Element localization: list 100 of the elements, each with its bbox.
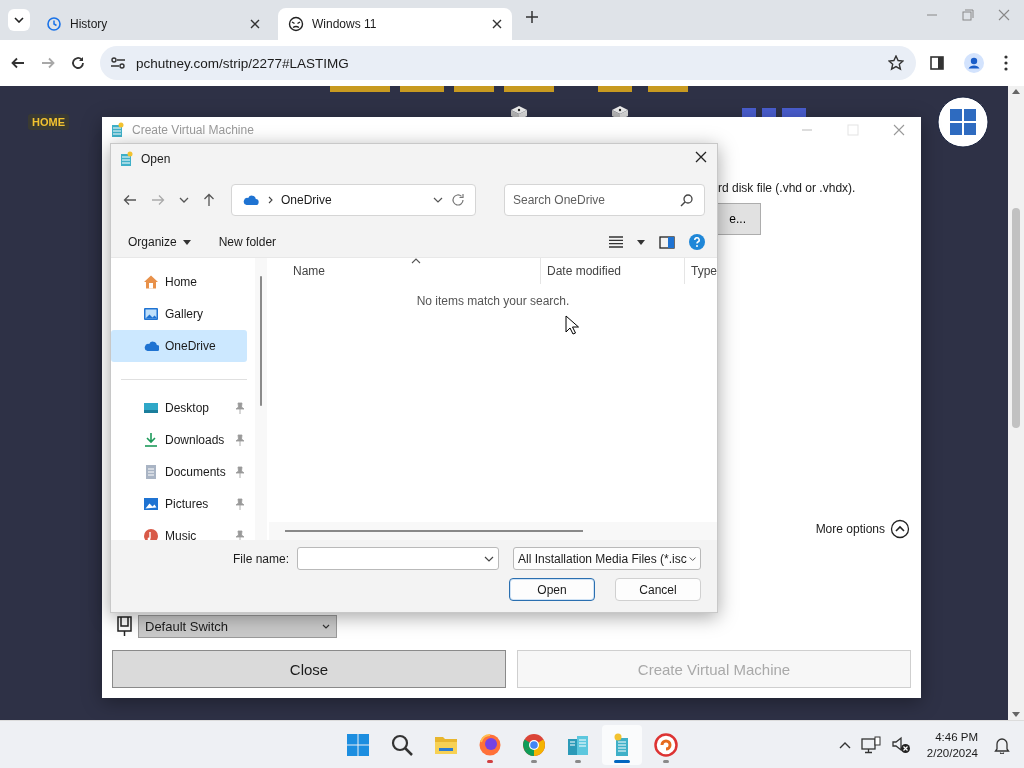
file-type-dropdown[interactable]: All Installation Media Files (*.isc — [513, 547, 701, 570]
tab-title: History — [70, 17, 109, 31]
organize-menu[interactable]: Organize — [128, 235, 191, 249]
url-text: pchutney.com/strip/2277#LASTIMG — [136, 55, 350, 71]
network-icon[interactable] — [860, 735, 881, 754]
network-switch-icon — [117, 615, 132, 637]
app-icon — [654, 732, 678, 757]
chevron-down-icon — [688, 555, 696, 562]
home-icon — [143, 274, 159, 290]
field-label: File name: — [232, 551, 289, 566]
nav-label: Pictures — [165, 497, 210, 511]
scrollbar[interactable] — [269, 522, 717, 540]
server-icon — [110, 121, 124, 138]
dialog-title: Open — [141, 151, 171, 166]
caret-icon — [182, 239, 191, 245]
notification-bell-icon[interactable] — [994, 735, 1010, 754]
nav-label: Downloads — [165, 433, 226, 447]
location-text: OneDrive — [281, 193, 333, 207]
home-link[interactable]: HOME — [28, 114, 69, 130]
column-header[interactable]: Date modified — [541, 258, 685, 284]
chevron-up-icon[interactable] — [890, 519, 910, 539]
nav-item[interactable]: Gallery — [111, 298, 248, 330]
nav-label: Gallery — [165, 307, 204, 321]
scroll-up-icon[interactable] — [1012, 88, 1020, 94]
documents-icon — [143, 464, 159, 480]
windows-logo-icon[interactable] — [937, 96, 989, 148]
side-panel-icon[interactable] — [930, 56, 944, 70]
star-icon[interactable] — [888, 55, 904, 71]
preview-pane-icon[interactable] — [659, 235, 675, 249]
switch-dropdown[interactable]: Default Switch — [138, 614, 337, 638]
nav-label: OneDrive — [165, 339, 217, 353]
chevron-down-icon[interactable] — [179, 197, 189, 203]
up-icon[interactable] — [203, 193, 215, 207]
close-icon[interactable] — [492, 19, 502, 29]
scrollbar[interactable] — [255, 258, 267, 540]
caret-icon — [322, 623, 330, 629]
toolbar-button[interactable]: New folder — [218, 235, 277, 249]
nav-item[interactable]: Documents — [111, 456, 248, 488]
nav-item[interactable]: Desktop — [111, 392, 248, 424]
nav-item[interactable]: OneDrive — [111, 330, 248, 362]
address-bar[interactable]: pchutney.com/strip/2277#LASTIMG — [100, 46, 916, 80]
more-options-link[interactable]: More options — [815, 522, 885, 536]
pin-icon[interactable] — [235, 434, 246, 446]
nav-label: Music — [165, 529, 198, 540]
description-text: rd disk file (.vhd or .vhdx). — [718, 181, 857, 195]
history-icon — [46, 16, 62, 32]
search-icon — [680, 194, 693, 207]
site-icon — [288, 16, 304, 32]
dialog-button[interactable]: Close — [112, 650, 506, 688]
taskbar-button[interactable] — [602, 724, 642, 765]
nav-item[interactable]: Music — [111, 520, 248, 540]
close-icon — [695, 151, 707, 163]
profile-icon[interactable] — [964, 53, 984, 73]
scroll-thumb[interactable] — [1012, 208, 1020, 428]
tab-list-button[interactable] — [8, 9, 30, 31]
tab-title: Windows 11 — [312, 17, 378, 31]
start-icon — [346, 732, 370, 757]
dialog-button[interactable]: Open — [509, 578, 595, 601]
volume-muted-icon[interactable] — [890, 735, 911, 754]
server-icon — [119, 150, 133, 167]
back-icon[interactable] — [10, 55, 26, 71]
list-view-icon[interactable] — [609, 236, 623, 248]
caret-icon[interactable] — [637, 239, 645, 245]
menu-icon[interactable] — [1004, 55, 1008, 71]
nav-label: Desktop — [165, 401, 211, 415]
help-icon[interactable] — [689, 234, 705, 250]
pin-icon[interactable] — [235, 498, 246, 510]
close-icon[interactable] — [250, 19, 260, 29]
pin-icon[interactable] — [235, 402, 246, 414]
pictures-icon — [143, 496, 159, 512]
scrollbar[interactable] — [1008, 86, 1024, 720]
nav-item[interactable]: Pictures — [111, 488, 248, 520]
refresh-icon[interactable] — [451, 193, 465, 207]
reload-icon[interactable] — [70, 55, 86, 71]
desktop-icon — [143, 400, 159, 416]
browser-tab[interactable]: Windows 11 — [278, 8, 512, 40]
column-header[interactable]: Name — [269, 258, 541, 284]
column-header[interactable]: Type — [685, 258, 717, 284]
nav-item[interactable]: Downloads — [111, 424, 248, 456]
time-text: 4:46 PM — [935, 729, 978, 745]
clock[interactable]: 4:46 PM 2/20/2024 — [926, 728, 978, 761]
pin-icon[interactable] — [235, 466, 246, 478]
pin-icon[interactable] — [235, 530, 246, 540]
dialog-button[interactable]: Cancel — [615, 578, 701, 601]
browser-tab[interactable]: History — [36, 8, 270, 40]
site-settings-icon[interactable] — [110, 55, 126, 71]
address-field[interactable]: OneDrive — [231, 184, 476, 216]
new-tab-icon[interactable] — [526, 11, 538, 23]
nav-label: Home — [165, 275, 198, 289]
nav-item[interactable]: Home — [111, 266, 248, 298]
chevron-down-icon — [484, 555, 494, 562]
scroll-down-icon[interactable] — [1012, 712, 1020, 718]
browser-icon — [478, 732, 502, 757]
date-text: 2/20/2024 — [926, 745, 978, 761]
file-name-field[interactable] — [297, 547, 499, 570]
nav-label: Documents — [165, 465, 227, 479]
chevron-right-icon — [268, 196, 273, 204]
search-field[interactable]: Search OneDrive — [504, 184, 705, 216]
chevron-down-icon[interactable] — [433, 197, 443, 203]
chevron-up-icon[interactable] — [838, 740, 851, 749]
